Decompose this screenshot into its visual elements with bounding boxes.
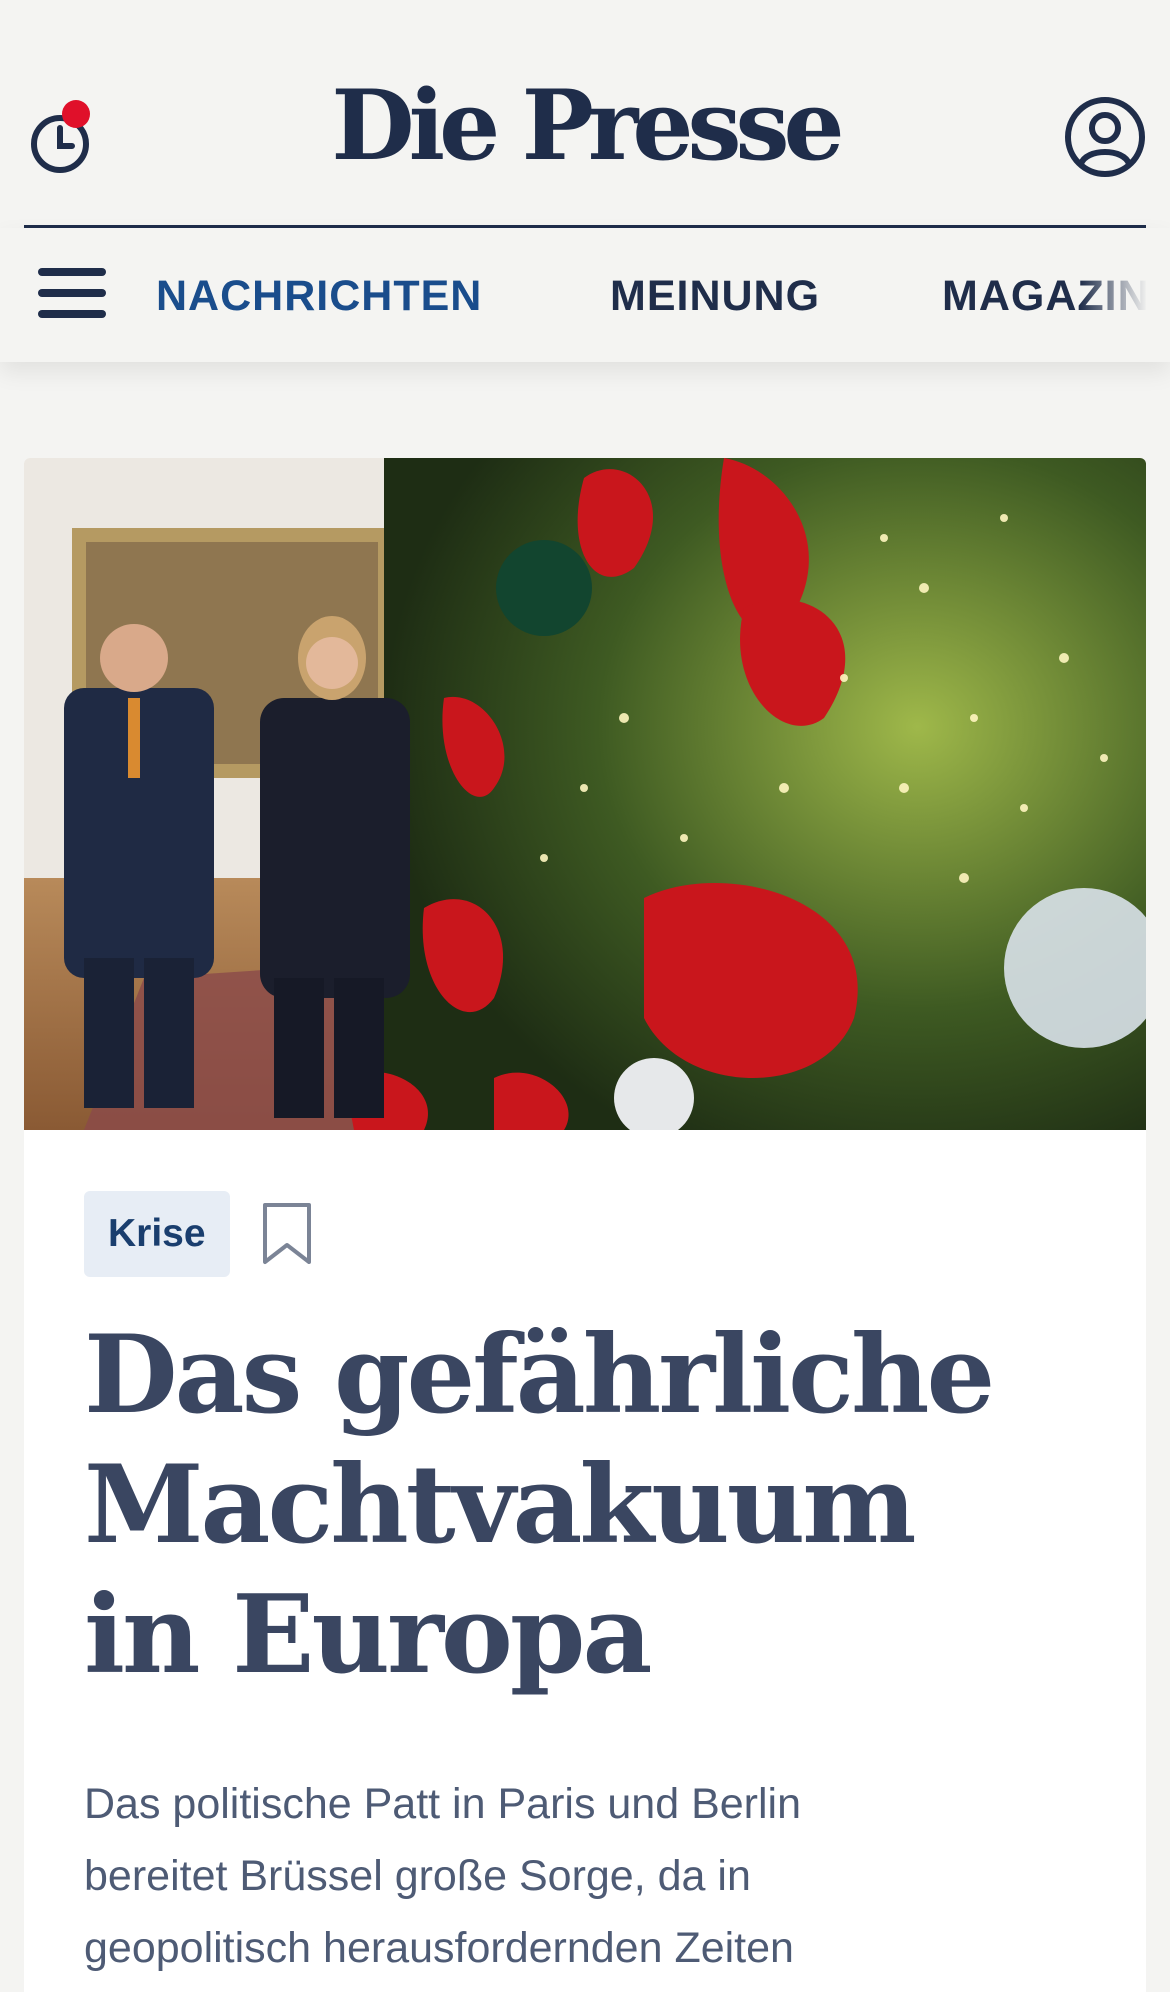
article-image[interactable] xyxy=(24,458,1146,1130)
bookmark-icon xyxy=(263,1203,311,1264)
main-nav: NACHRICHTEN MEINUNG MAGAZIN xyxy=(0,228,1170,362)
article-headline[interactable]: Das gefährliche Machtvakuum in Europa xyxy=(84,1310,1084,1700)
bookmark-button[interactable] xyxy=(260,1201,314,1267)
nav-fade xyxy=(1080,228,1170,362)
nav-item-meinung[interactable]: MEINUNG xyxy=(610,272,820,321)
header: Die Presse xyxy=(0,0,1170,228)
site-logo[interactable]: Die Presse xyxy=(0,78,1170,174)
hamburger-menu-icon[interactable] xyxy=(38,268,106,322)
user-profile-icon xyxy=(1065,97,1145,177)
lead-line: geopolitisch herausfordernden Zeiten xyxy=(84,1924,794,1972)
lead-line: Das politische Patt in Paris und Berlin xyxy=(84,1780,802,1828)
lead-line: bereitet Brüssel große Sorge, da in xyxy=(84,1852,751,1900)
category-tag[interactable]: Krise xyxy=(84,1191,230,1277)
headline-line: Machtvakuum xyxy=(84,1442,917,1568)
article-lead: Das politische Patt in Paris und Berlin … xyxy=(84,1768,1104,1984)
article-card[interactable]: Krise Das gefährliche Machtvakuum in Eur… xyxy=(24,458,1146,1992)
nav-item-nachrichten[interactable]: NACHRICHTEN xyxy=(156,272,482,321)
headline-line: in Europa xyxy=(84,1572,652,1698)
headline-line: Das gefährliche xyxy=(84,1312,995,1438)
profile-button[interactable] xyxy=(1064,96,1146,178)
